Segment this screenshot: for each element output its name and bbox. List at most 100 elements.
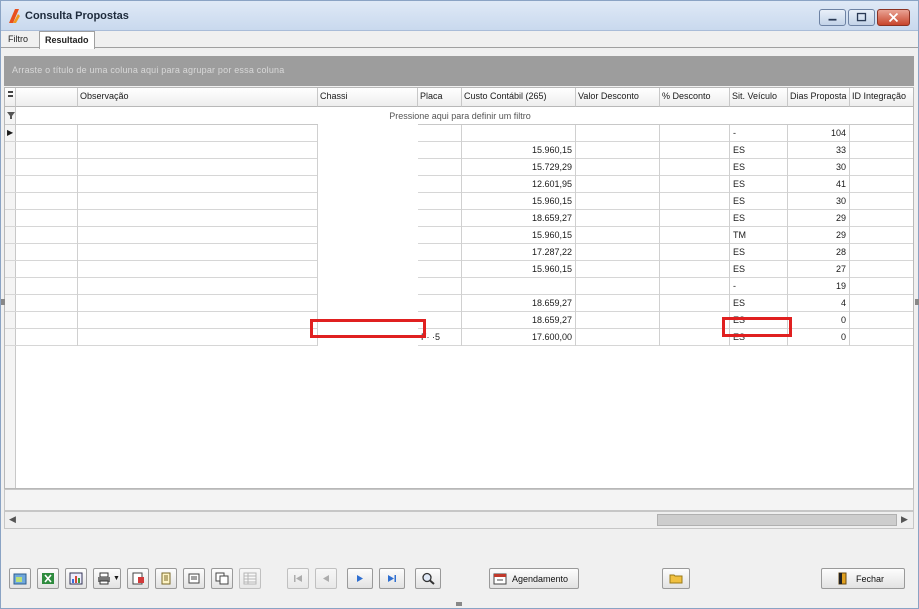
cell-sit-veiculo[interactable]: ES [730,244,788,261]
cell-empty[interactable] [78,210,318,227]
left-splitter-handle[interactable] [1,299,5,305]
cell-custo-contabil[interactable]: 18.659,27 [462,210,576,227]
cell-placa[interactable] [418,210,462,227]
cell-empty[interactable] [78,278,318,295]
next-record-button[interactable] [347,568,373,589]
column-header-chassi[interactable]: Chassi [318,88,418,107]
cell-empty[interactable] [576,193,660,210]
copy-button[interactable] [211,568,233,589]
table-row[interactable]: 915.729,29ES30 [5,159,913,176]
cell-empty[interactable] [660,193,730,210]
cell-empty[interactable] [576,329,660,346]
cell-empty[interactable] [660,142,730,159]
cell-sit-veiculo[interactable]: TM [730,227,788,244]
close-button[interactable] [877,9,910,26]
cell-empty[interactable] [16,176,78,193]
cell-empty[interactable] [576,176,660,193]
cell-empty[interactable] [660,244,730,261]
cell-empty[interactable] [660,312,730,329]
cell-empty[interactable] [16,295,78,312]
cell-empty[interactable] [16,159,78,176]
cell-empty[interactable] [576,244,660,261]
cell-custo-contabil[interactable]: 12.601,95 [462,176,576,193]
cell-empty[interactable] [850,329,913,346]
table-row[interactable]: 915.960,15ES30 [5,193,913,210]
cell-empty[interactable] [78,193,318,210]
scroll-left-icon[interactable]: ◀ [9,514,16,525]
cell-empty[interactable] [660,176,730,193]
cell-empty[interactable] [78,312,318,329]
cell-placa[interactable] [418,193,462,210]
scroll-right-icon[interactable]: ▶ [901,514,908,525]
cell-placa[interactable] [418,295,462,312]
report-button[interactable] [127,568,149,589]
cell-empty[interactable] [850,210,913,227]
scrollbar-thumb[interactable] [657,514,897,526]
cell-empty[interactable] [576,125,660,142]
cell-empty[interactable] [850,159,913,176]
cell-empty[interactable] [576,142,660,159]
cell-sit-veiculo[interactable]: - [730,278,788,295]
cell-dias-proposta[interactable]: 4 [788,295,850,312]
column-header-observacao[interactable]: Observação [78,88,318,107]
column-header-blank[interactable] [16,88,78,107]
excel-export-button[interactable] [37,568,59,589]
cell-empty[interactable] [78,227,318,244]
cell-empty[interactable] [16,142,78,159]
cell-placa[interactable] [418,142,462,159]
column-header-dias-proposta[interactable]: Dias Proposta [788,88,850,107]
cell-placa[interactable] [418,261,462,278]
cell-custo-contabil[interactable]: 17.600,00 [462,329,576,346]
table-row[interactable]: 915.960,15TM29 [5,227,913,244]
column-header-id-integracao[interactable]: ID Integração [850,88,913,107]
cell-custo-contabil[interactable]: 15.729,29 [462,159,576,176]
cell-sit-veiculo[interactable]: ES [730,295,788,312]
cell-dias-proposta[interactable]: 29 [788,227,850,244]
cell-dias-proposta[interactable]: 28 [788,244,850,261]
column-header-sit-veiculo[interactable]: Sit. Veículo [730,88,788,107]
table-row[interactable]: 915.960,15ES27 [5,261,913,278]
table-row[interactable]: ▶ -104 [5,125,913,142]
cell-empty[interactable] [78,176,318,193]
cell-custo-contabil[interactable]: 15.960,15 [462,193,576,210]
cell-empty[interactable] [850,278,913,295]
cell-empty[interactable] [660,210,730,227]
table-row[interactable]: -19 [5,278,913,295]
cell-custo-contabil[interactable]: 15.960,15 [462,227,576,244]
cell-empty[interactable] [16,210,78,227]
last-record-button[interactable] [379,568,405,589]
fechar-button[interactable]: Fechar [821,568,905,589]
cell-empty[interactable] [78,329,318,346]
cell-empty[interactable] [16,278,78,295]
cell-placa[interactable] [418,227,462,244]
cell-custo-contabil[interactable]: 18.659,27 [462,312,576,329]
cell-custo-contabil[interactable]: 15.960,15 [462,261,576,278]
cell-empty[interactable] [576,159,660,176]
tab-resultado[interactable]: Resultado [39,31,95,49]
cell-empty[interactable] [16,312,78,329]
column-header-valor-desconto[interactable]: Valor Desconto [576,88,660,107]
cell-custo-contabil[interactable] [462,125,576,142]
cell-empty[interactable] [850,312,913,329]
cell-empty[interactable] [660,159,730,176]
new-record-button[interactable] [9,568,31,589]
cell-sit-veiculo[interactable]: ES [730,261,788,278]
document-button[interactable] [155,568,177,589]
cell-empty[interactable] [850,125,913,142]
cell-dias-proposta[interactable]: 27 [788,261,850,278]
cell-empty[interactable] [78,159,318,176]
cell-empty[interactable] [850,227,913,244]
cell-empty[interactable] [660,329,730,346]
cell-dias-proposta[interactable]: 33 [788,142,850,159]
cell-empty[interactable] [16,244,78,261]
cell-empty[interactable] [78,125,318,142]
cell-dias-proposta[interactable]: 19 [788,278,850,295]
cell-empty[interactable] [660,278,730,295]
cell-placa[interactable] [418,159,462,176]
group-by-panel[interactable]: Arraste o título de uma coluna aqui para… [4,56,914,86]
cell-empty[interactable] [576,261,660,278]
right-splitter-handle[interactable] [915,299,919,305]
agendamento-button[interactable]: Agendamento [489,568,579,589]
cell-sit-veiculo[interactable]: ES [730,210,788,227]
horizontal-scrollbar[interactable]: ◀ ▶ [4,511,914,529]
